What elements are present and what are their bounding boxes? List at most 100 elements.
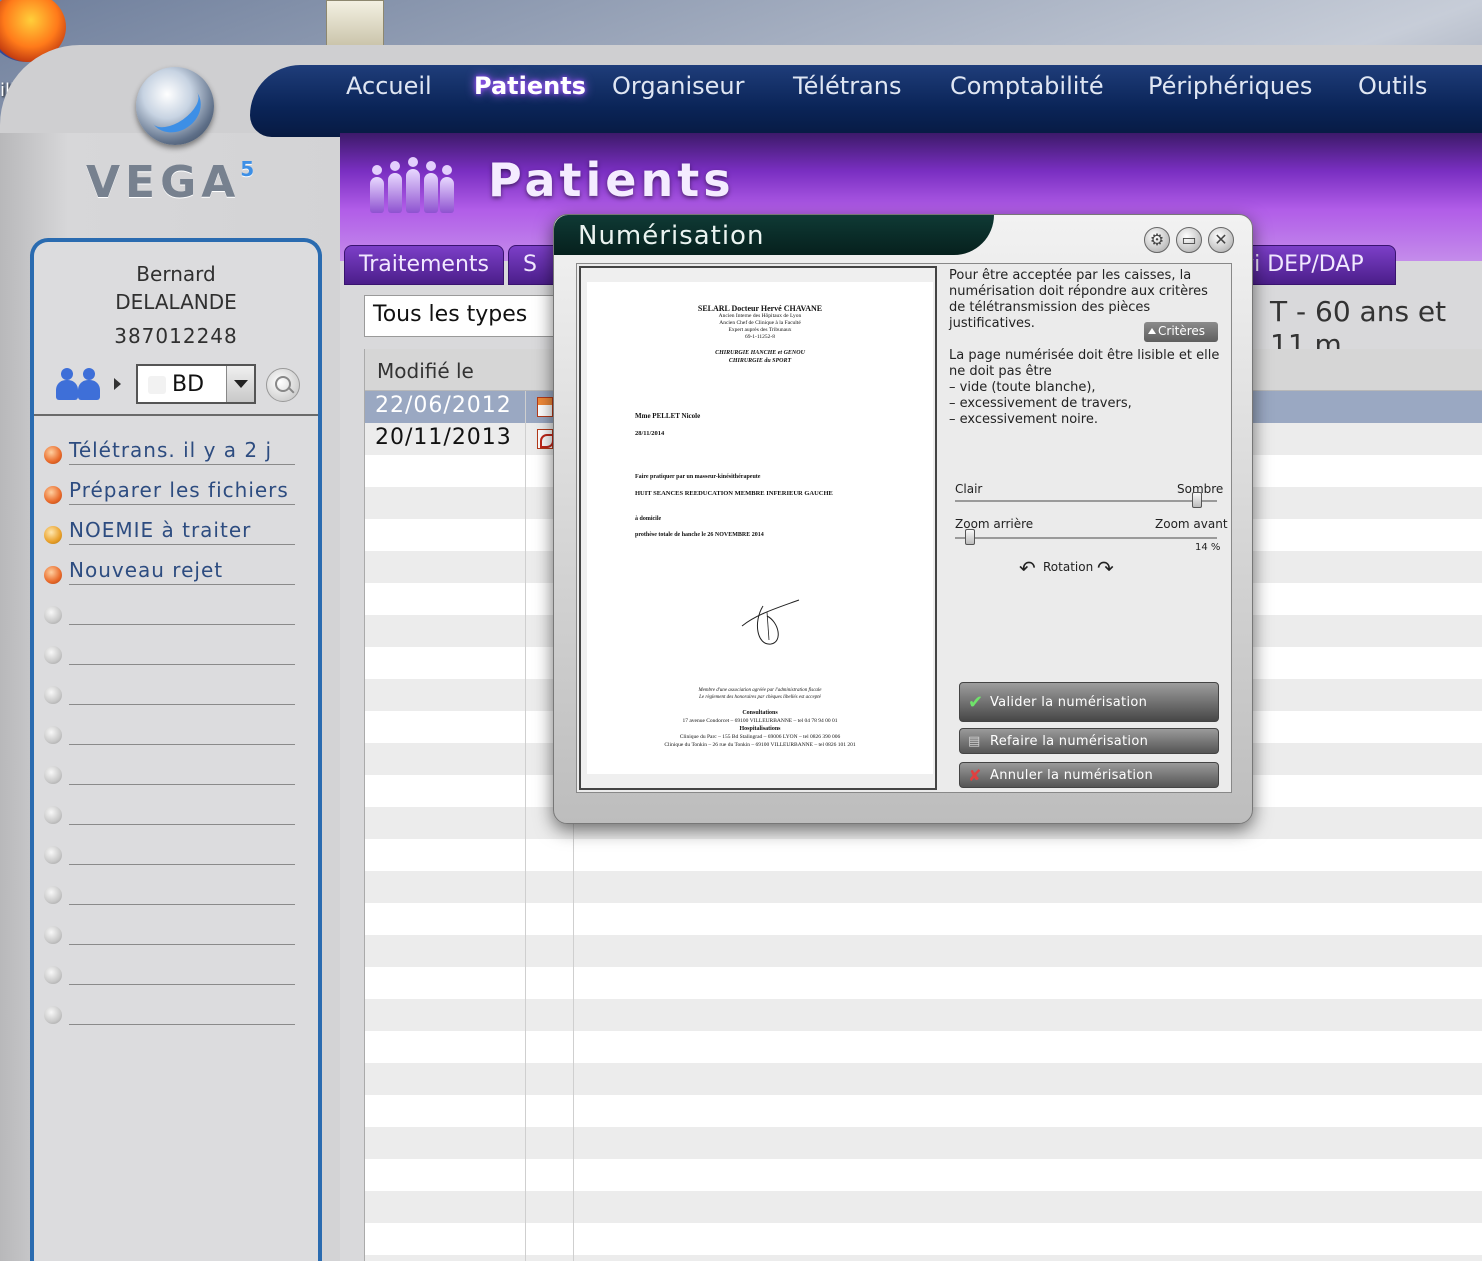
alert-item[interactable]	[42, 754, 302, 794]
scan-preview[interactable]: SELARL Docteur Hervé CHAVANE Ancien Inte…	[579, 266, 937, 790]
table-row	[365, 871, 1482, 903]
alert-item[interactable]	[42, 634, 302, 674]
alert-item[interactable]: Télétrans. il y a 2 j	[42, 434, 302, 474]
tab-traitements[interactable]: Traitements	[344, 245, 504, 285]
alert-label[interactable]: Nouveau rejet	[69, 558, 223, 582]
alert-underline	[69, 904, 295, 905]
vega-logo: VEGA5	[86, 157, 255, 208]
brightness-slider-thumb[interactable]	[1191, 492, 1202, 508]
alert-item[interactable]: Nouveau rejet	[42, 554, 302, 594]
brightness-slider[interactable]	[955, 500, 1217, 502]
doc-header-line: 69-1-11252-8	[744, 334, 776, 340]
doc-footer-note: Le règlement des honoraires par chèques …	[699, 695, 821, 700]
status-dot-icon	[44, 606, 62, 624]
alert-item[interactable]: Préparer les fichiers	[42, 474, 302, 514]
nav-accueil[interactable]: Accueil	[346, 72, 432, 100]
nav-teletrans[interactable]: Télétrans	[793, 72, 901, 100]
doc-header-line: SELARL Docteur Hervé CHAVANE	[697, 304, 823, 313]
table-row	[365, 1095, 1482, 1127]
alert-underline	[69, 784, 295, 785]
scanner-icon: ▤	[968, 734, 981, 749]
patient-card: Bernard DELALANDE 387012248 BD Télétrans…	[30, 238, 322, 1261]
alert-label[interactable]: Télétrans. il y a 2 j	[69, 438, 272, 462]
table-row	[365, 1127, 1482, 1159]
alert-item[interactable]	[42, 794, 302, 834]
criteria-button[interactable]: Critères	[1144, 322, 1218, 342]
requirement-item: – vide (toute blanche),	[949, 380, 1096, 395]
alert-underline	[69, 664, 295, 665]
doc-footer-line: Clinique du Tonkin – 26 rue du Tonkin – …	[664, 742, 856, 748]
rotate-right-icon[interactable]: ↷	[1097, 556, 1114, 580]
nav-comptabilite[interactable]: Comptabilité	[950, 72, 1104, 100]
table-row	[365, 1031, 1482, 1063]
scanned-page: SELARL Docteur Hervé CHAVANE Ancien Inte…	[587, 282, 933, 774]
zoom-slider-thumb[interactable]	[965, 529, 976, 545]
alert-item[interactable]	[42, 714, 302, 754]
doc-prescription-line: Faire pratiquer par un masseur-kinésithé…	[635, 474, 761, 480]
status-dot-icon	[44, 646, 62, 664]
alert-label[interactable]: NOEMIE à traiter	[69, 518, 251, 542]
row-date: 22/06/2012	[375, 393, 512, 418]
redo-scan-button[interactable]: ▤ Refaire la numérisation	[959, 728, 1219, 754]
table-row	[365, 935, 1482, 967]
dialog-title: Numérisation	[578, 221, 765, 251]
type-filter-select[interactable]: Tous les types	[364, 295, 564, 337]
arrow-right-icon[interactable]	[114, 378, 121, 390]
table-row	[365, 1255, 1482, 1261]
nav-outils[interactable]: Outils	[1358, 72, 1427, 100]
patient-first-name: Bernard	[136, 262, 216, 286]
doc-date: 28/11/2014	[635, 430, 665, 437]
pdf-file-icon[interactable]	[537, 429, 554, 449]
page-title: Patients	[488, 153, 735, 207]
doc-footer-line: Consultations	[742, 710, 778, 716]
settings-icon[interactable]: ⚙	[1144, 227, 1170, 253]
alert-item[interactable]	[42, 594, 302, 634]
doc-footer-line: Hospitalisations	[739, 726, 781, 732]
patients-group-icon[interactable]	[56, 364, 112, 400]
requirements-text: La page numérisée doit être lisible et e…	[949, 348, 1225, 428]
zoom-max-label: Zoom avant	[1155, 517, 1228, 531]
status-dot-icon	[44, 886, 62, 904]
nav-organiseur[interactable]: Organiseur	[612, 72, 745, 100]
alert-item[interactable]: NOEMIE à traiter	[42, 514, 302, 554]
search-icon[interactable]	[266, 368, 300, 402]
alert-label[interactable]: Préparer les fichiers	[69, 478, 289, 502]
status-dot-icon	[44, 966, 62, 984]
zoom-slider[interactable]	[955, 537, 1217, 539]
status-dot-icon	[44, 566, 62, 584]
requirements-intro: La page numérisée doit être lisible et e…	[949, 348, 1220, 379]
status-dot-icon	[44, 446, 62, 464]
rotate-left-icon[interactable]: ↶	[1019, 556, 1036, 580]
alert-item[interactable]	[42, 874, 302, 914]
close-icon[interactable]: ✕	[1208, 227, 1234, 253]
nav-patients[interactable]: Patients	[474, 72, 586, 100]
alert-item[interactable]	[42, 834, 302, 874]
chevron-down-icon[interactable]	[226, 366, 254, 402]
validate-scan-button[interactable]: ✔ Valider la numérisation	[959, 682, 1219, 722]
alerts-list: Télétrans. il y a 2 j Préparer les fichie…	[42, 434, 302, 1034]
doc-patient: Mme PELLET Nicole	[635, 412, 701, 420]
alert-underline	[69, 984, 295, 985]
alert-underline	[69, 704, 295, 705]
alert-item[interactable]	[42, 994, 302, 1034]
alert-item[interactable]	[42, 954, 302, 994]
alert-item[interactable]	[42, 674, 302, 714]
rotation-label: Rotation	[1043, 560, 1094, 574]
practitioner-select[interactable]: BD	[136, 364, 256, 404]
status-dot-icon	[44, 686, 62, 704]
nav-peripheriques[interactable]: Périphériques	[1148, 72, 1312, 100]
cross-icon: ✘	[968, 766, 982, 785]
image-file-icon[interactable]	[537, 397, 553, 417]
dialog-titlebar[interactable]: Numérisation	[554, 215, 994, 255]
folder-icon[interactable]	[326, 0, 384, 48]
doc-footer-line: Clinique du Parc – 155 Bd Stalingrad – 6…	[679, 734, 841, 740]
column-header-modified[interactable]: Modifié le	[377, 359, 474, 383]
doc-indication: prothèse totale de hanche le 26 NOVEMBRE…	[635, 532, 764, 538]
cancel-scan-button[interactable]: ✘ Annuler la numérisation	[959, 762, 1219, 788]
status-dot-icon	[44, 526, 62, 544]
alert-item[interactable]	[42, 914, 302, 954]
signature-icon	[741, 599, 800, 645]
window-icon[interactable]: ▭	[1176, 227, 1202, 253]
status-dot-icon	[44, 486, 62, 504]
alert-underline	[69, 584, 295, 585]
